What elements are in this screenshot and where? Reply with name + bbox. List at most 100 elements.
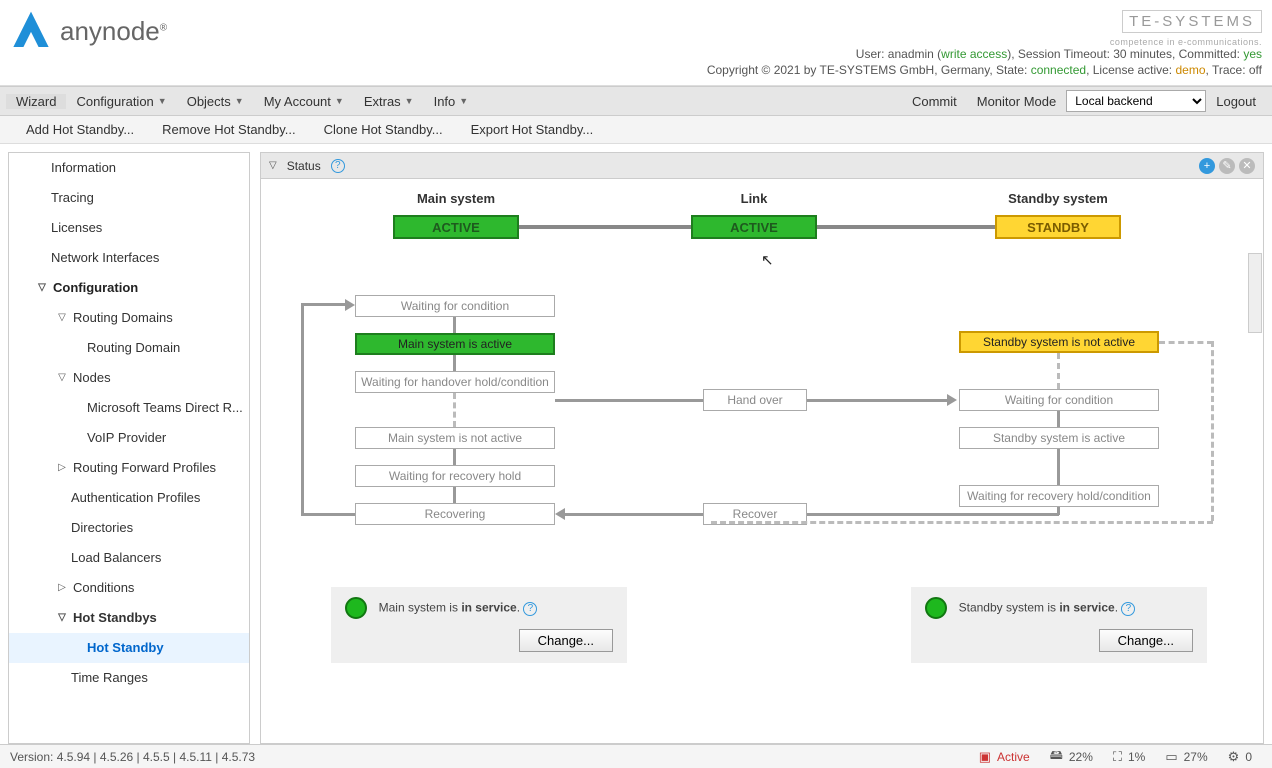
status-dot-green-icon (345, 597, 367, 619)
expand-icon: ▽ (57, 609, 67, 627)
disk-icon: 🖴 (1050, 746, 1063, 768)
menu-commit[interactable]: Commit (902, 94, 967, 109)
footer-cpu: ⛶1% (1103, 749, 1155, 765)
close-icon[interactable]: ✕ (1239, 158, 1255, 174)
sidebar-item-auth[interactable]: Authentication Profiles (9, 483, 249, 513)
standby-status-box: STANDBY (995, 215, 1121, 239)
cursor-icon: ↖ (761, 251, 774, 269)
sidebar-item-hot-standbys[interactable]: ▽Hot Standbys (9, 603, 249, 633)
app-header: anynode® TE-SYSTEMS competence in e-comm… (0, 0, 1272, 86)
cpu-icon: ⛶ (1113, 749, 1122, 765)
sidebar-item-configuration[interactable]: ▽Configuration (9, 273, 249, 303)
main-service-text: Main system is in service. (379, 600, 524, 614)
sidebar-item-licenses[interactable]: Licenses (9, 213, 249, 243)
toolbar-clone[interactable]: Clone Hot Standby... (310, 122, 457, 137)
footer-disk: 🖴22% (1040, 746, 1103, 768)
state-waiting-condition-main: Waiting for condition (355, 295, 555, 317)
menu-info[interactable]: Info▼ (424, 94, 479, 109)
vendor-logo: TE-SYSTEMS (1122, 10, 1262, 33)
menu-my-account[interactable]: My Account▼ (254, 94, 354, 109)
menu-monitor-mode[interactable]: Monitor Mode (967, 94, 1066, 109)
expand-icon: ▽ (57, 309, 67, 327)
sidebar[interactable]: Information Tracing Licenses Network Int… (8, 152, 250, 744)
status-dot-green-icon (925, 597, 947, 619)
help-icon[interactable]: ? (1121, 602, 1135, 616)
gear-icon: ⚙ (1228, 749, 1240, 765)
toolbar-export[interactable]: Export Hot Standby... (457, 122, 608, 137)
state-recovering: Recovering (355, 503, 555, 525)
main-status-box: ACTIVE (393, 215, 519, 239)
workspace: Information Tracing Licenses Network Int… (0, 144, 1272, 752)
sidebar-item-hot-standby[interactable]: Hot Standby (9, 633, 249, 663)
menu-configuration[interactable]: Configuration▼ (66, 94, 176, 109)
caret-down-icon: ▼ (335, 96, 344, 106)
sidebar-item-routing-domain[interactable]: Routing Domain (9, 333, 249, 363)
sidebar-item-nodes[interactable]: ▽Nodes (9, 363, 249, 393)
user-line: User: anadmin (write access), Session Ti… (707, 47, 1262, 61)
state-waiting-recovery-standby: Waiting for recovery hold/condition (959, 485, 1159, 507)
menu-objects[interactable]: Objects▼ (177, 94, 254, 109)
main-service-panel: Main system is in service. ? Change... (331, 587, 627, 663)
main-change-button[interactable]: Change... (519, 629, 613, 652)
standby-service-text: Standby system is in service. (959, 600, 1122, 614)
link-title: Link (679, 191, 829, 206)
active-icon: ▣ (979, 749, 991, 765)
standby-service-panel: Standby system is in service. ? Change..… (911, 587, 1207, 663)
anynode-logo-icon (10, 10, 52, 52)
link-status-box: ACTIVE (691, 215, 817, 239)
expand-icon: ▽ (37, 279, 47, 297)
state-main-not-active: Main system is not active (355, 427, 555, 449)
sidebar-item-msteams[interactable]: Microsoft Teams Direct R... (9, 393, 249, 423)
sidebar-item-conditions[interactable]: ▷Conditions (9, 573, 249, 603)
state-waiting-handover: Waiting for handover hold/condition (355, 371, 555, 393)
sidebar-item-routing-domains[interactable]: ▽Routing Domains (9, 303, 249, 333)
logo-wrap: anynode® (10, 10, 167, 52)
state-standby-active: Standby system is active (959, 427, 1159, 449)
menubar: Wizard Configuration▼ Objects▼ My Accoun… (0, 86, 1272, 116)
sidebar-item-time-ranges[interactable]: Time Ranges (9, 663, 249, 693)
status-title: Status (287, 159, 321, 173)
state-waiting-recovery-main: Waiting for recovery hold (355, 465, 555, 487)
state-waiting-condition-standby: Waiting for condition (959, 389, 1159, 411)
version-text: Version: 4.5.94 | 4.5.26 | 4.5.5 | 4.5.1… (10, 750, 969, 764)
sidebar-item-voip[interactable]: VoIP Provider (9, 423, 249, 453)
copyright-line: Copyright © 2021 by TE-SYSTEMS GmbH, Ger… (707, 63, 1262, 77)
sidebar-item-information[interactable]: Information (9, 153, 249, 183)
edit-icon[interactable]: ✎ (1219, 158, 1235, 174)
vendor-tagline: competence in e-communications. (707, 37, 1262, 47)
toolbar-add[interactable]: Add Hot Standby... (12, 122, 148, 137)
expand-icon: ▽ (57, 369, 67, 387)
main-system-title: Main system (381, 191, 531, 206)
brand-name: anynode® (60, 16, 167, 47)
menu-wizard[interactable]: Wizard (6, 94, 66, 109)
sidebar-item-network[interactable]: Network Interfaces (9, 243, 249, 273)
caret-down-icon: ▼ (158, 96, 167, 106)
state-main-active: Main system is active (355, 333, 555, 355)
sidebar-item-directories[interactable]: Directories (9, 513, 249, 543)
footer: Version: 4.5.94 | 4.5.26 | 4.5.5 | 4.5.1… (0, 744, 1272, 768)
handover-button[interactable]: Hand over (703, 389, 807, 411)
sidebar-item-tracing[interactable]: Tracing (9, 183, 249, 213)
header-right: TE-SYSTEMS competence in e-communication… (707, 10, 1262, 79)
status-diagram: Main system Link Standby system ACTIVE A… (261, 179, 1263, 709)
caret-down-icon: ▼ (405, 96, 414, 106)
menu-logout[interactable]: Logout (1206, 94, 1266, 109)
add-icon[interactable]: + (1199, 158, 1215, 174)
scrollbar[interactable] (1248, 253, 1262, 333)
standby-change-button[interactable]: Change... (1099, 629, 1193, 652)
help-icon[interactable]: ? (331, 159, 345, 173)
backend-select[interactable]: Local backend (1066, 90, 1206, 112)
sidebar-item-load-balancers[interactable]: Load Balancers (9, 543, 249, 573)
caret-down-icon: ▼ (459, 96, 468, 106)
footer-ram: ▭27% (1155, 749, 1217, 765)
state-standby-not-active: Standby system is not active (959, 331, 1159, 353)
toolbar-remove[interactable]: Remove Hot Standby... (148, 122, 309, 137)
main-panel: ▽ Status ? + ✎ ✕ Main system Link Standb… (260, 152, 1264, 744)
help-icon[interactable]: ? (523, 602, 537, 616)
status-header: ▽ Status ? + ✎ ✕ (261, 153, 1263, 179)
ram-icon: ▭ (1165, 749, 1177, 765)
menu-extras[interactable]: Extras▼ (354, 94, 424, 109)
collapse-icon: ▷ (57, 579, 67, 597)
collapse-toggle-icon[interactable]: ▽ (269, 160, 277, 171)
sidebar-item-routing-forward[interactable]: ▷Routing Forward Profiles (9, 453, 249, 483)
